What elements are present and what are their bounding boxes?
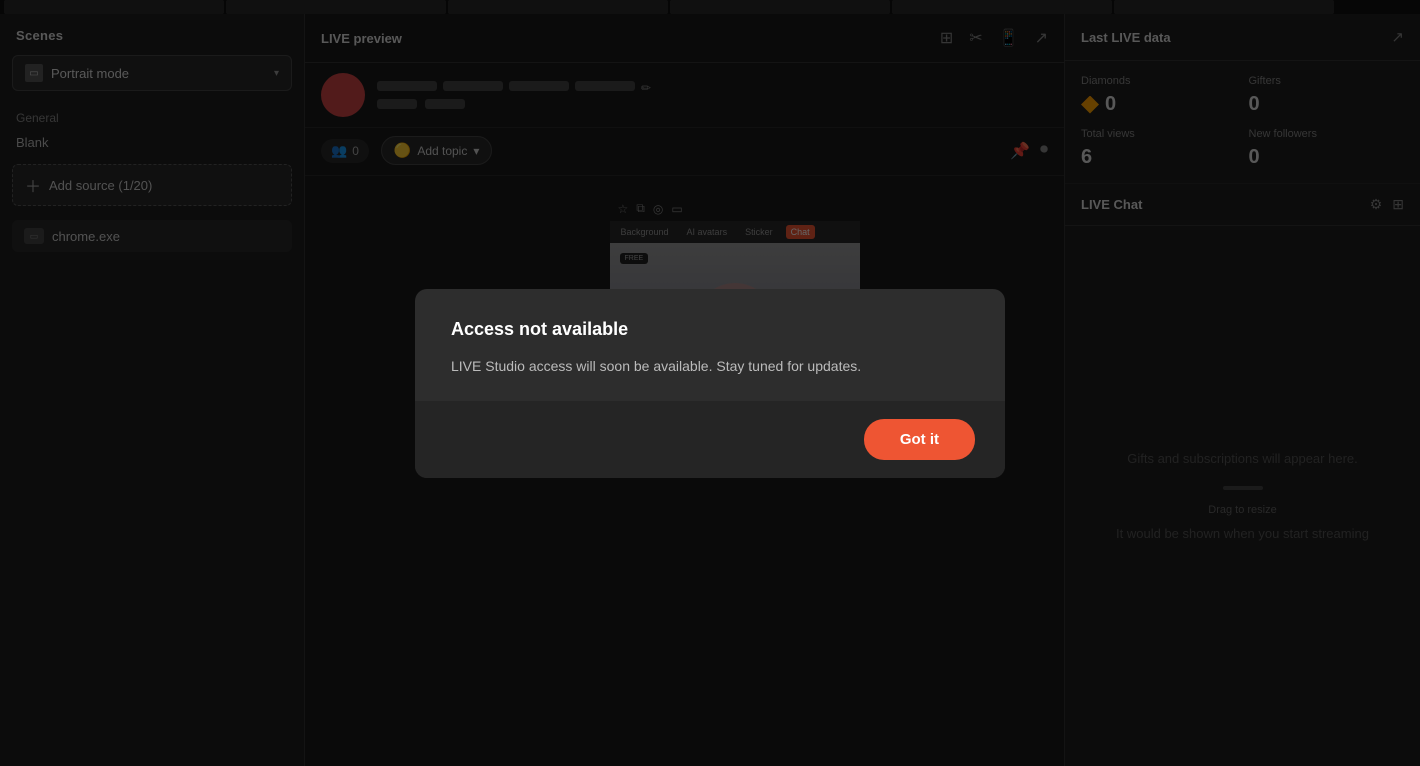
- got-it-button[interactable]: Got it: [864, 419, 975, 460]
- modal-box: Access not available LIVE Studio access …: [415, 289, 1005, 478]
- modal-message: LIVE Studio access will soon be availabl…: [451, 356, 969, 377]
- modal-title: Access not available: [451, 319, 969, 340]
- modal-body: Access not available LIVE Studio access …: [415, 289, 1005, 401]
- modal-footer: Got it: [415, 401, 1005, 478]
- modal-overlay: Access not available LIVE Studio access …: [0, 0, 1420, 766]
